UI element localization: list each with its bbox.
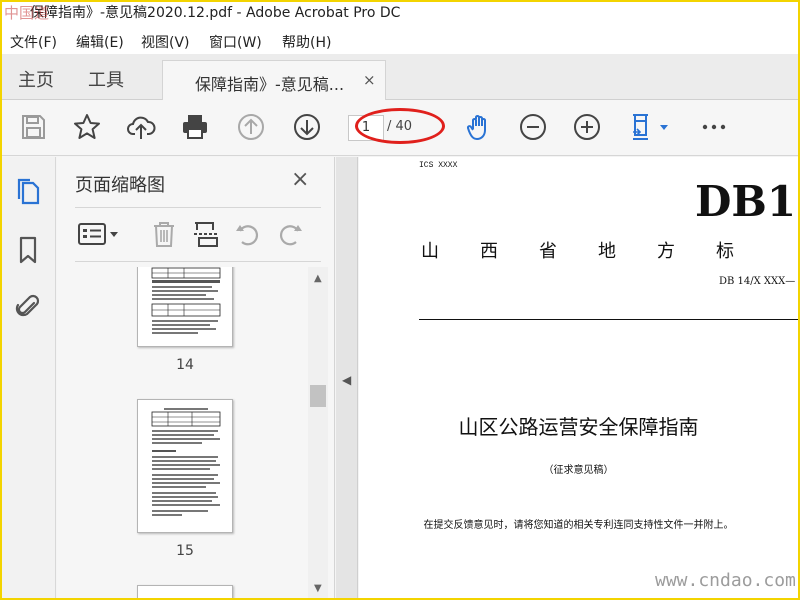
- save-icon[interactable]: [18, 112, 48, 142]
- fit-page-icon[interactable]: [628, 112, 672, 142]
- thumbnail-page-16[interactable]: [137, 585, 233, 598]
- document-view: ICS XXXX DB1 山西省地方标 DB 14/X XXX— 山区公路运营安…: [359, 157, 798, 598]
- menu-help[interactable]: 帮助(H): [282, 32, 331, 52]
- tab-tools[interactable]: 工具: [88, 66, 124, 92]
- zoom-in-icon[interactable]: [572, 112, 602, 142]
- extract-page-icon[interactable]: [191, 219, 221, 249]
- acrobat-window: 保障指南》-意见稿2020.12.pdf - Adobe Acrobat Pro…: [2, 2, 798, 598]
- panel-divider-2: [75, 261, 321, 262]
- title-bar: 保障指南》-意见稿2020.12.pdf - Adobe Acrobat Pro…: [2, 2, 798, 28]
- panel-title: 页面缩略图: [75, 175, 165, 196]
- standard-name: 山西省地方标: [421, 241, 775, 262]
- thumbnail-list: 14 15: [57, 267, 307, 598]
- window-title: 保障指南》-意见稿2020.12.pdf - Adobe Acrobat Pro…: [30, 5, 401, 21]
- bookmarks-icon[interactable]: [14, 235, 42, 265]
- delete-page-icon[interactable]: [149, 219, 179, 249]
- close-tab-button[interactable]: ×: [363, 71, 376, 89]
- page-thumbnails-panel: 页面缩略图 × 14 15 ▲ ▼: [57, 157, 335, 598]
- previous-page-icon[interactable]: [236, 112, 266, 142]
- collapse-arrow-icon: ◀: [342, 373, 352, 387]
- menu-edit[interactable]: 编辑(E): [76, 32, 124, 52]
- page-thumbnails-icon[interactable]: [14, 177, 42, 207]
- thumbnail-label-14: 14: [176, 357, 194, 373]
- header-rule: [419, 319, 798, 320]
- site-watermark: www.cndao.com: [655, 570, 796, 591]
- thumbnail-options-icon[interactable]: [77, 219, 121, 249]
- hand-tool-icon[interactable]: [464, 112, 494, 142]
- more-icon[interactable]: [699, 112, 729, 142]
- document-tab-label: 保障指南》-意见稿...: [195, 75, 345, 94]
- ics-code: ICS XXXX: [419, 161, 458, 170]
- main-toolbar: 1 / 40: [2, 100, 798, 156]
- tab-bar: 主页 工具 保障指南》-意见稿... ×: [2, 54, 798, 100]
- menu-window[interactable]: 窗口(W): [209, 32, 262, 52]
- scroll-down-icon[interactable]: ▼: [314, 583, 322, 594]
- bookmark-star-icon[interactable]: [72, 112, 102, 142]
- thumbnail-page-15[interactable]: [137, 399, 233, 533]
- rotate-cw-icon[interactable]: [275, 219, 305, 249]
- corner-watermark: 中国道: [4, 4, 50, 22]
- collapse-panel-handle[interactable]: ◀: [336, 157, 358, 598]
- menu-bar: 文件(F) 编辑(E) 视图(V) 窗口(W) 帮助(H): [2, 28, 798, 54]
- draft-label: （征求意见稿）: [543, 465, 614, 476]
- close-panel-button[interactable]: ×: [291, 167, 309, 192]
- menu-view[interactable]: 视图(V): [141, 32, 190, 52]
- thumbnail-scrollbar[interactable]: ▲ ▼: [308, 267, 328, 598]
- zoom-out-icon[interactable]: [518, 112, 548, 142]
- thumbnail-label-15: 15: [176, 543, 194, 559]
- scroll-up-icon[interactable]: ▲: [314, 273, 322, 284]
- standard-number: DB 14/X XXX—: [719, 276, 796, 287]
- menu-file[interactable]: 文件(F): [10, 32, 57, 52]
- next-page-icon[interactable]: [292, 112, 322, 142]
- left-rail: [2, 157, 56, 598]
- scrollbar-thumb[interactable]: [310, 385, 326, 407]
- rotate-ccw-icon[interactable]: [233, 219, 263, 249]
- upload-cloud-icon[interactable]: [126, 112, 156, 142]
- tab-document[interactable]: 保障指南》-意见稿... ×: [162, 60, 386, 100]
- attachments-icon[interactable]: [14, 291, 42, 321]
- standard-prefix: DB1: [695, 177, 797, 226]
- panel-divider: [75, 207, 321, 208]
- annotation-red-circle: [355, 108, 445, 144]
- print-icon[interactable]: [180, 112, 210, 142]
- patent-note: 在提交反馈意见时，请将您知道的相关专利连同支持性文件一并附上。: [423, 520, 734, 531]
- thumbnail-page-14[interactable]: [137, 267, 233, 347]
- tab-home[interactable]: 主页: [18, 66, 54, 92]
- document-title: 山区公路运营安全保障指南: [458, 415, 699, 439]
